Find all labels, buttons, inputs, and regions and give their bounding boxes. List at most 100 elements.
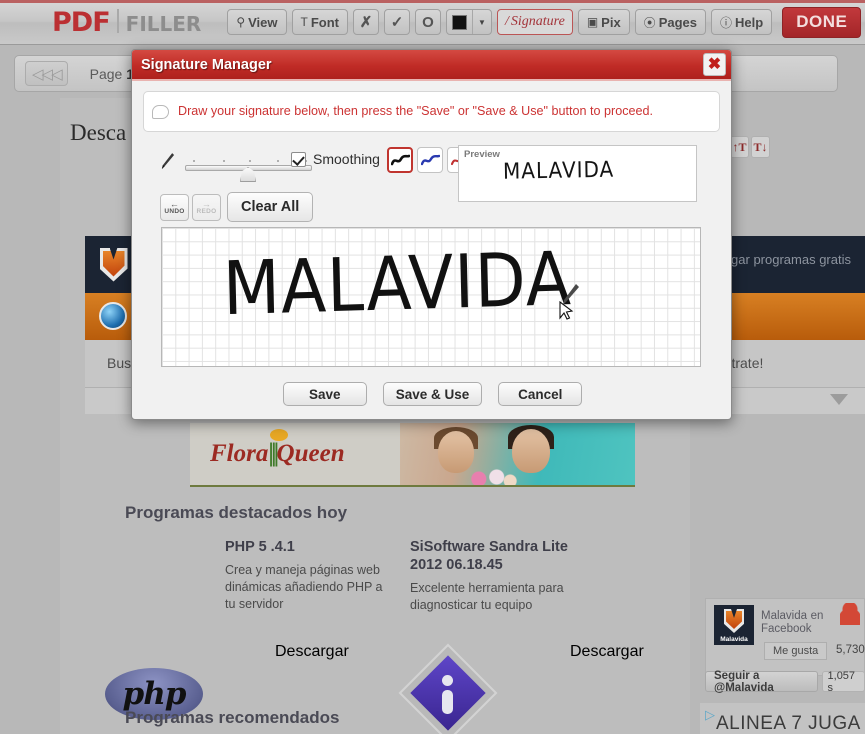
redo-label: REDO: [196, 207, 217, 215]
signature-button[interactable]: / Signature: [497, 9, 573, 35]
ad-brand-separator: |||: [268, 438, 279, 467]
section-title-featured: Programas destacados hoy: [125, 503, 348, 522]
program-item-php[interactable]: PHP 5 .4.1 Crea y maneja páginas web din…: [225, 538, 395, 613]
malavida-shield-icon: [99, 247, 128, 282]
smoothing-checkbox[interactable]: [291, 151, 306, 167]
signature-manager-dialog: Signature Manager ✖ Draw your signature …: [131, 49, 732, 420]
speech-bubble-icon: [152, 104, 169, 119]
program-item-sandra[interactable]: SiSoftware Sandra Lite 2012 06.18.45 Exc…: [410, 538, 590, 614]
pix-button[interactable]: ▣ Pix: [577, 9, 630, 35]
dialog-instruction-text: Draw your signature below, then press th…: [178, 104, 654, 119]
ad-person2-face: [512, 429, 550, 473]
dialog-instruction: Draw your signature below, then press th…: [143, 91, 720, 132]
view-button-label: View: [248, 14, 278, 30]
page-label-prefix: Page: [89, 65, 123, 82]
redo-button[interactable]: → REDO: [192, 194, 221, 221]
fb-name-suffix: en: [810, 610, 824, 622]
canvas-signature-text: MALAVIDA: [222, 235, 573, 333]
twitter-follow-button[interactable]: Seguir a @Malavida: [705, 670, 818, 694]
cross-tool-button[interactable]: ✗: [353, 9, 379, 35]
format-text-down-button[interactable]: T↓: [751, 136, 770, 158]
pix-button-label: Pix: [601, 14, 621, 30]
font-button-label: Font: [310, 14, 339, 30]
stroke-preview-black-icon: [390, 154, 410, 165]
save-button[interactable]: Save: [282, 382, 367, 406]
section-title-recommended: Programas recomendados: [125, 708, 340, 727]
program-name: PHP 5 .4.1: [225, 539, 295, 555]
undo-arrow-icon: ←: [169, 198, 180, 209]
history-row: ← UNDO → REDO Clear All: [143, 192, 720, 224]
google-plus-icon[interactable]: [840, 603, 860, 625]
ad-brand-first: Flora: [210, 440, 269, 467]
tab-pointer-icon: [830, 394, 848, 405]
program-name: SiSoftware Sandra Lite 2012 06.18.45: [410, 539, 568, 574]
app-root: Desca U ↑T T↓ Descargar programas gratis…: [0, 0, 865, 734]
program-description: Excelente herramienta para diagnosticar …: [410, 581, 564, 613]
facebook-like-button[interactable]: Me gusta: [764, 642, 828, 660]
download-link-php[interactable]: Descargar: [275, 643, 349, 661]
signature-canvas[interactable]: MALAVIDA: [161, 227, 701, 367]
question-icon: ⓘ: [720, 15, 733, 30]
ad-banner-sidebar[interactable]: ▷ ALINEA 7 JUGA DE LA SELECC: [700, 703, 865, 734]
preview-signature-text: MALAVIDA: [502, 155, 615, 185]
search-icon: ⚲: [236, 15, 246, 29]
pages-button-label: Pages: [658, 14, 697, 30]
cancel-button[interactable]: Cancel: [498, 382, 583, 406]
program-description: Crea y maneja páginas web dinámicas añad…: [225, 563, 383, 611]
help-button-label: Help: [735, 14, 764, 30]
undo-button[interactable]: ← UNDO: [160, 194, 189, 221]
ad-person1-face: [438, 431, 474, 473]
fb-name-text: Malavida: [761, 610, 808, 622]
clear-all-button[interactable]: Clear All: [227, 192, 314, 222]
pages-icon: ⦿: [643, 15, 656, 30]
download-link-sandra[interactable]: Descargar: [570, 643, 644, 661]
ad-bouquet: [462, 469, 518, 485]
twitter-widget[interactable]: Seguir a @Malavida 1,057 s: [705, 670, 865, 694]
ad-brand: Flora|||Queen: [210, 438, 345, 468]
redo-arrow-icon: →: [201, 198, 212, 209]
help-button[interactable]: ⓘ Help: [711, 9, 773, 35]
format-text-up-button[interactable]: ↑T: [730, 136, 749, 158]
logo-filler-text: FILLER: [125, 11, 202, 36]
logo-divider: [116, 8, 119, 33]
undo-label: UNDO: [164, 207, 185, 215]
signature-button-label: Signature: [510, 14, 565, 29]
logo-pdf-text: PDF: [52, 6, 111, 38]
facebook-page-avatar: Malavida: [714, 605, 754, 645]
preview-label: Preview: [464, 149, 500, 160]
pen-color-blue[interactable]: [417, 147, 443, 173]
first-page-button[interactable]: ◁◁◁: [25, 61, 68, 86]
facebook-widget[interactable]: Malavida Malavida en Facebook Me gusta 5…: [705, 598, 865, 676]
pen-stroke-icon: /: [505, 14, 509, 29]
check-tool-button[interactable]: ✓: [384, 9, 410, 35]
dialog-action-buttons: Save Save & Use Cancel: [132, 382, 733, 406]
facebook-like-count: 5,730: [836, 644, 865, 656]
circle-tool-button[interactable]: O: [415, 9, 441, 35]
font-button[interactable]: T Font: [291, 9, 348, 35]
color-picker[interactable]: ▼: [446, 9, 492, 35]
ad-headline-line1: ALINEA 7 JUGA: [716, 713, 861, 734]
toolbar-accent-line: [0, 0, 865, 3]
chevron-down-icon[interactable]: ▼: [473, 18, 491, 27]
pen-color-black[interactable]: [387, 147, 413, 173]
twitter-follower-count: 1,057 s: [821, 670, 865, 694]
done-button[interactable]: DONE: [782, 6, 862, 38]
pages-button[interactable]: ⦿ Pages: [634, 9, 706, 35]
image-icon: ▣: [586, 15, 599, 29]
toolbar-buttons: ⚲ View T Font ✗ ✓ O ▼ / Signature ▣ Pix: [227, 6, 862, 38]
ad-brand-second: Queen: [276, 440, 345, 467]
text-icon: T: [300, 15, 308, 29]
ad-banner-floraqueen[interactable]: Flora|||Queen: [190, 423, 635, 487]
php-logo-text: php: [122, 676, 187, 712]
save-and-use-button[interactable]: Save & Use: [382, 382, 483, 406]
facebook-network-label: Facebook: [761, 623, 812, 635]
sandra-logo-icon: [398, 643, 498, 734]
pen-cursor-icon: [559, 284, 579, 320]
facebook-page-name: Malavida en: [761, 607, 823, 622]
smoothing-toggle[interactable]: Smoothing: [291, 151, 380, 167]
pen-icon: [161, 153, 175, 169]
app-logo: PDF FILLER: [52, 7, 201, 38]
view-button[interactable]: ⚲ View: [227, 9, 287, 35]
windows-icon: [99, 302, 127, 330]
close-icon[interactable]: ✖: [703, 53, 726, 76]
